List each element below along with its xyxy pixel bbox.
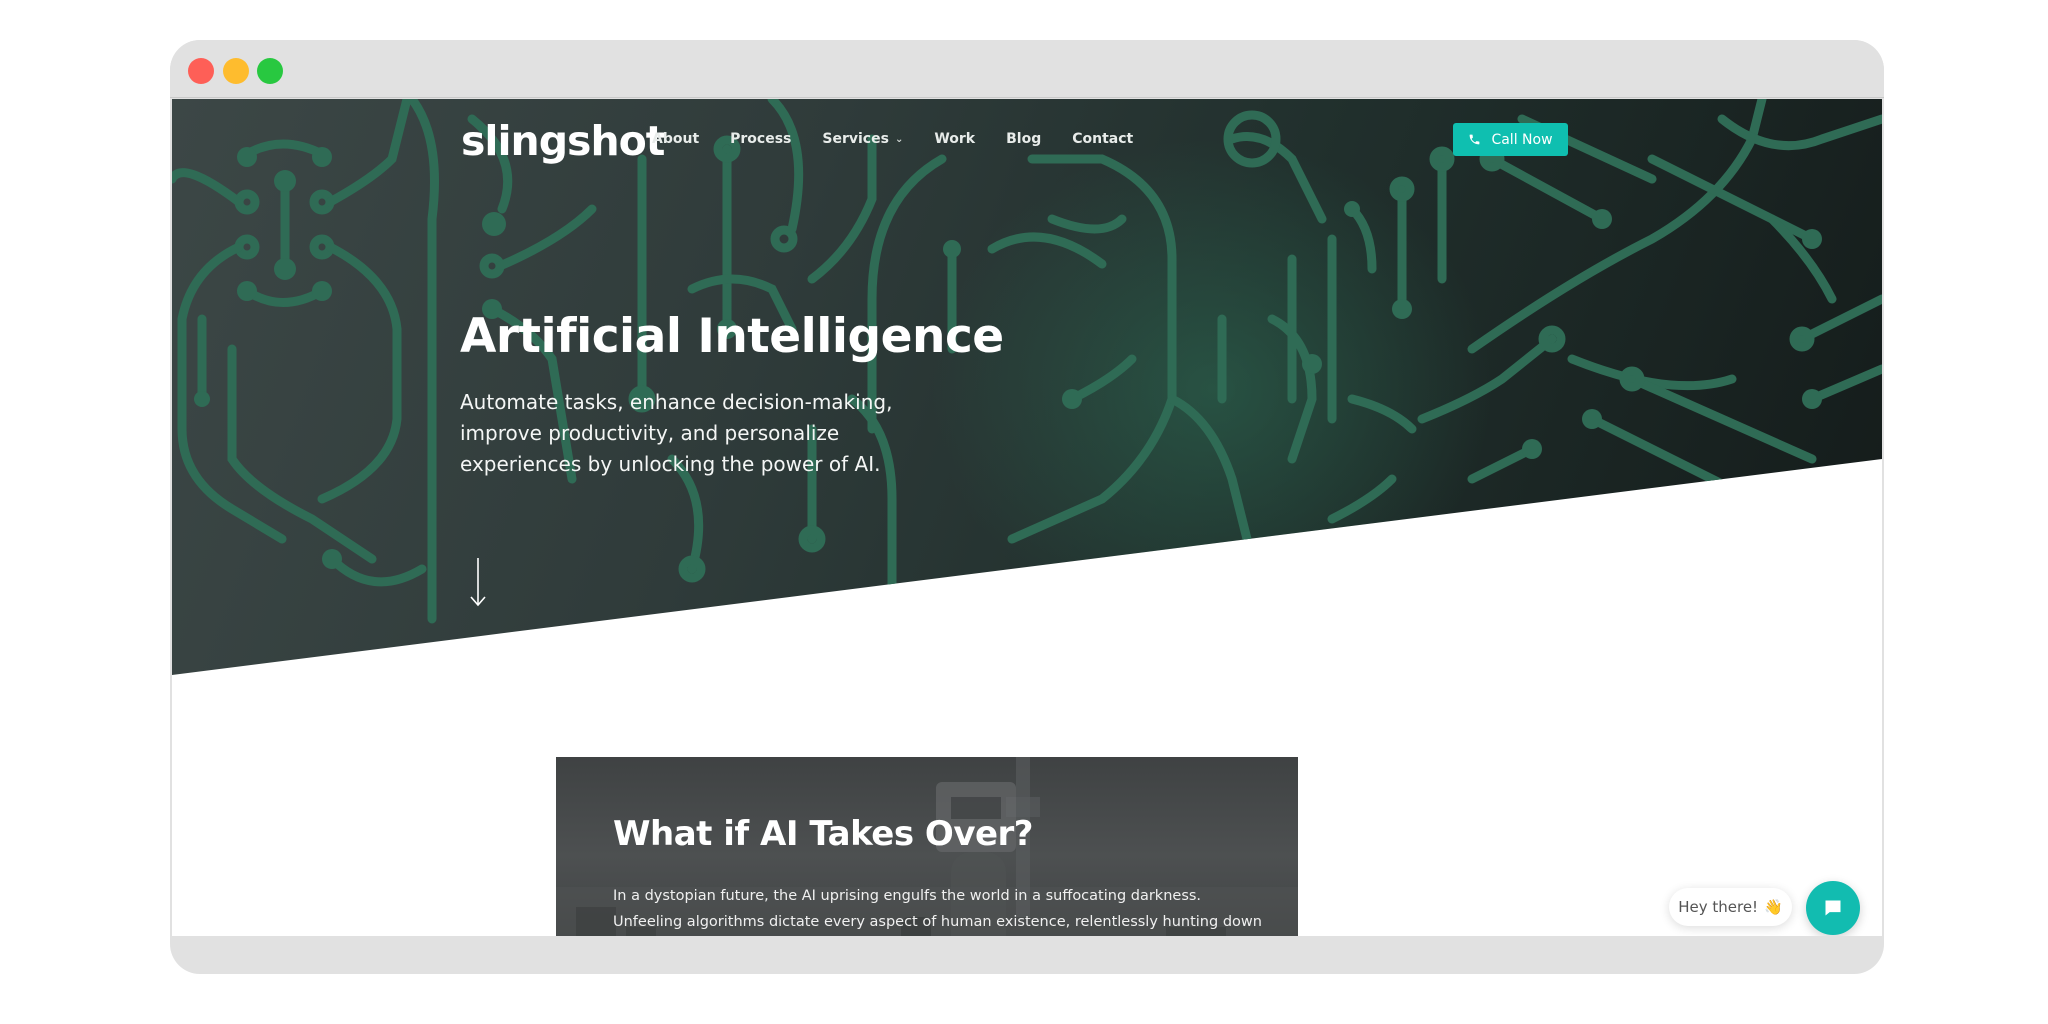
chat-greeting-text: Hey there! — [1678, 898, 1759, 916]
close-window-button[interactable] — [188, 58, 214, 84]
nav-label: Blog — [1006, 131, 1042, 147]
chat-launcher-button[interactable] — [1806, 881, 1860, 935]
call-now-button[interactable]: Call Now — [1453, 123, 1568, 156]
call-now-label: Call Now — [1491, 131, 1553, 148]
chevron-down-icon: ⌄ — [894, 133, 904, 145]
nav-item-contact[interactable]: Contact — [1072, 131, 1133, 147]
nav-item-process[interactable]: Process — [730, 131, 791, 147]
nav-item-services[interactable]: Services ⌄ — [822, 131, 903, 147]
window-titlebar — [170, 40, 1884, 98]
chat-greeting-bubble[interactable]: Hey there! 👋 — [1669, 888, 1792, 926]
hero-section: slingshot About Process Services ⌄ Work B… — [172, 99, 1882, 675]
main-nav: About Process Services ⌄ Work Blog Contac… — [652, 131, 1164, 147]
circuit-pattern-background — [172, 99, 1882, 624]
featured-article-card[interactable]: What if AI Takes Over? In a dystopian fu… — [556, 757, 1298, 936]
card-excerpt: In a dystopian future, the AI uprising e… — [613, 888, 1262, 930]
nav-item-about[interactable]: About — [652, 131, 699, 147]
hero-title: Artificial Intelligence — [460, 309, 1004, 364]
card-title: What if AI Takes Over? — [613, 814, 1034, 854]
browser-window: slingshot About Process Services ⌄ Work B… — [170, 40, 1884, 974]
waving-hand-icon: 👋 — [1764, 898, 1783, 916]
nav-label: Contact — [1072, 131, 1134, 147]
nav-label: Services — [822, 131, 889, 147]
nav-item-work[interactable]: Work — [934, 131, 975, 147]
nav-label: About — [652, 131, 700, 147]
maximize-window-button[interactable] — [257, 58, 283, 84]
minimize-window-button[interactable] — [223, 58, 249, 84]
page-viewport: slingshot About Process Services ⌄ Work B… — [172, 99, 1882, 936]
phone-icon — [1470, 134, 1480, 145]
nav-item-blog[interactable]: Blog — [1006, 131, 1041, 147]
chat-icon — [1825, 900, 1841, 916]
slingshot-logo[interactable]: slingshot — [461, 117, 665, 165]
nav-label: Process — [730, 131, 792, 147]
hero-subtitle: Automate tasks, enhance decision-making,… — [460, 390, 893, 476]
arrow-down-icon[interactable] — [468, 557, 488, 607]
nav-label: Work — [934, 131, 976, 147]
